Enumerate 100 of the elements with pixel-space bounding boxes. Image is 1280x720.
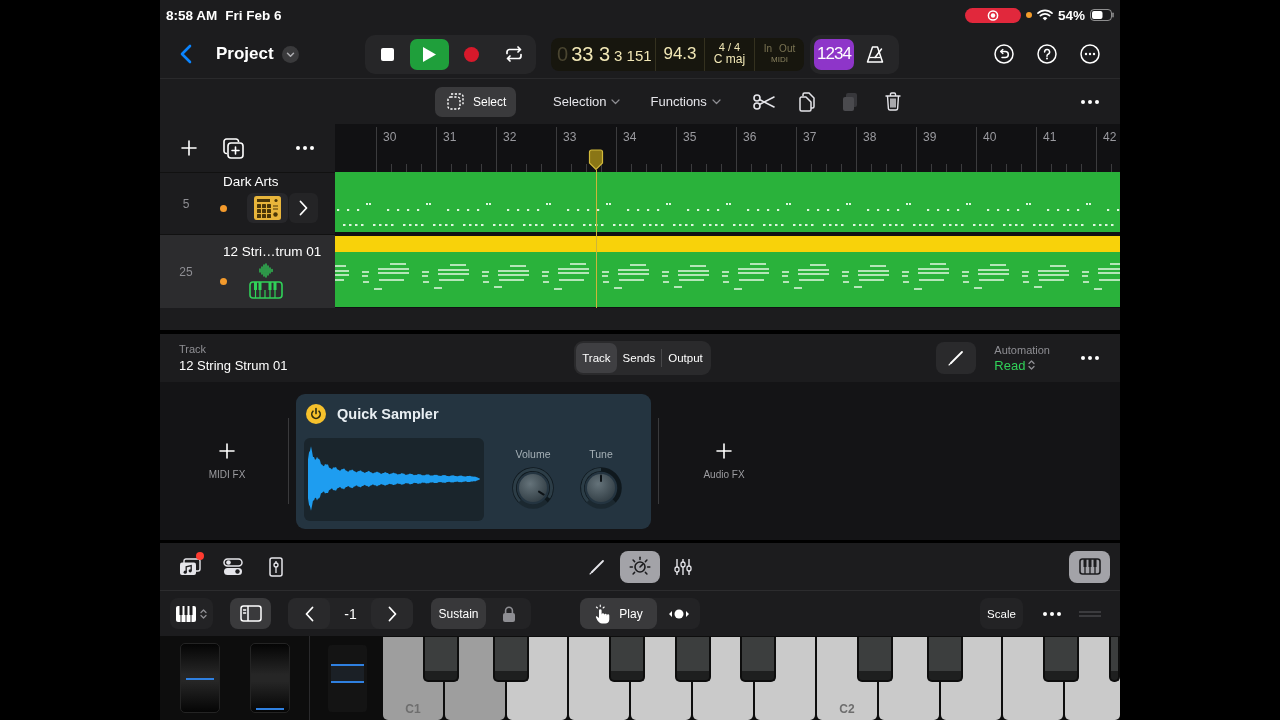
octave-down-button[interactable]	[288, 598, 330, 629]
plus-icon	[219, 442, 235, 459]
chevron-down-icon	[711, 98, 721, 105]
bar-number: 31	[443, 130, 457, 144]
bar-number: 40	[983, 130, 997, 144]
expand-button[interactable]	[289, 193, 318, 223]
bar-number: 38	[863, 130, 877, 144]
bar-number: 39	[923, 130, 937, 144]
menu-button[interactable]: Selection	[545, 86, 629, 117]
automation-mode-button[interactable]: Read	[994, 357, 1050, 373]
tab[interactable]: Output	[662, 343, 709, 373]
play-icon	[423, 46, 436, 62]
chevron-down-icon	[281, 45, 299, 63]
automation-label: Automation	[994, 343, 1050, 356]
track-dot-icon	[220, 204, 227, 212]
knob-label: Tune	[589, 447, 613, 460]
bar-number: 30	[383, 130, 397, 144]
plus-icon	[181, 140, 197, 156]
project-menu-button[interactable]: Project	[216, 44, 299, 64]
more-icon	[296, 146, 314, 150]
track-dot-icon	[220, 277, 227, 285]
time-signature: 4 / 4	[718, 41, 741, 54]
chevron-right-icon	[299, 200, 308, 216]
chevron-down-icon	[611, 98, 621, 105]
bar-number: 37	[803, 130, 817, 144]
undo-icon	[994, 44, 1014, 64]
plus-icon	[716, 442, 732, 459]
track-number: 5	[182, 196, 190, 211]
drum-machine-icon	[247, 193, 288, 223]
scale-button[interactable]: Scale	[980, 598, 1023, 629]
record-icon	[464, 46, 479, 62]
play-button[interactable]	[410, 38, 449, 70]
toggles-icon	[223, 557, 243, 576]
battery-percent: 54%	[1057, 7, 1085, 23]
chevron-up-down-icon	[200, 607, 207, 620]
bar-number: 32	[503, 130, 517, 144]
midi-out-indicator: Out	[779, 43, 796, 55]
section-label: Track	[179, 343, 208, 355]
copy-icon	[798, 91, 815, 112]
loop-arrows-icon	[504, 46, 523, 62]
sustain-button[interactable]: Sustain	[431, 598, 486, 629]
chevron-left-icon	[304, 605, 314, 622]
play-mode-button[interactable]: Play	[580, 598, 657, 629]
wifi-icon	[1036, 9, 1053, 21]
tab[interactable]: Track	[576, 343, 617, 373]
status-time: 8:58 AM	[166, 7, 218, 23]
menu-button[interactable]: Functions	[642, 86, 729, 117]
count-in-button[interactable]: 1234	[814, 38, 854, 70]
hand-tap-icon	[594, 603, 612, 624]
power-icon[interactable]	[306, 403, 326, 424]
track-name: Dark Arts	[222, 174, 280, 189]
bar-number: 35	[683, 130, 697, 144]
knob[interactable]	[580, 466, 622, 509]
octave-up-button[interactable]	[371, 598, 413, 629]
metronome-icon	[866, 45, 884, 63]
selection-icon	[447, 93, 464, 110]
knob[interactable]	[512, 466, 554, 509]
grip-handle-icon[interactable]	[1079, 610, 1101, 617]
pencil-icon	[589, 558, 605, 575]
position-readout: 33 3	[571, 43, 611, 64]
sliders-icon	[674, 557, 692, 576]
pencil-icon	[948, 350, 965, 366]
bar-number: 41	[1043, 130, 1057, 144]
add-slot-button[interactable]: Audio FX	[684, 442, 764, 480]
dot-arrows-icon	[668, 608, 689, 619]
track-header[interactable]: 25 12 Stri…trum 01	[160, 234, 335, 308]
more-icon	[1043, 611, 1061, 616]
select-button[interactable]: Select	[435, 86, 516, 117]
keyboard-button[interactable]	[1069, 550, 1110, 583]
track-number: 25	[179, 264, 193, 279]
edit-button[interactable]	[936, 342, 977, 374]
bar-number: 42	[1103, 130, 1117, 144]
trash-icon	[884, 92, 901, 111]
piano-keys-icon	[176, 605, 196, 622]
add-slot-button[interactable]: MIDI FX	[187, 442, 267, 480]
back-button[interactable]	[178, 42, 194, 66]
stop-icon	[381, 47, 394, 61]
battery-icon	[1090, 9, 1114, 21]
more-icon	[1081, 99, 1099, 104]
sidebar-button[interactable]	[230, 598, 271, 629]
stacked-pages-icon	[841, 91, 858, 112]
midi-label: MIDI	[771, 56, 788, 65]
fader-icon	[269, 556, 283, 577]
octave-value: -1	[343, 605, 358, 622]
chevron-up-down-icon	[1028, 359, 1036, 371]
playhead-handle[interactable]	[588, 149, 604, 171]
dial-button[interactable]	[620, 550, 660, 583]
keyboard-layout-button[interactable]	[170, 598, 213, 629]
scissors-icon	[752, 93, 775, 110]
dial-icon	[629, 555, 651, 578]
track-name: 12 Stri…trum 01	[222, 244, 323, 259]
help-icon	[1037, 44, 1057, 64]
tab[interactable]: Sends	[616, 343, 662, 373]
keyboard-waveform-icon	[249, 263, 283, 299]
record-pill-icon	[964, 7, 1021, 23]
sharp-key[interactable]	[1109, 637, 1120, 682]
chevron-left-icon	[180, 44, 192, 64]
midi-in-indicator: In	[763, 43, 773, 55]
range-strip[interactable]	[328, 645, 367, 712]
duplicate-icon	[222, 137, 244, 159]
